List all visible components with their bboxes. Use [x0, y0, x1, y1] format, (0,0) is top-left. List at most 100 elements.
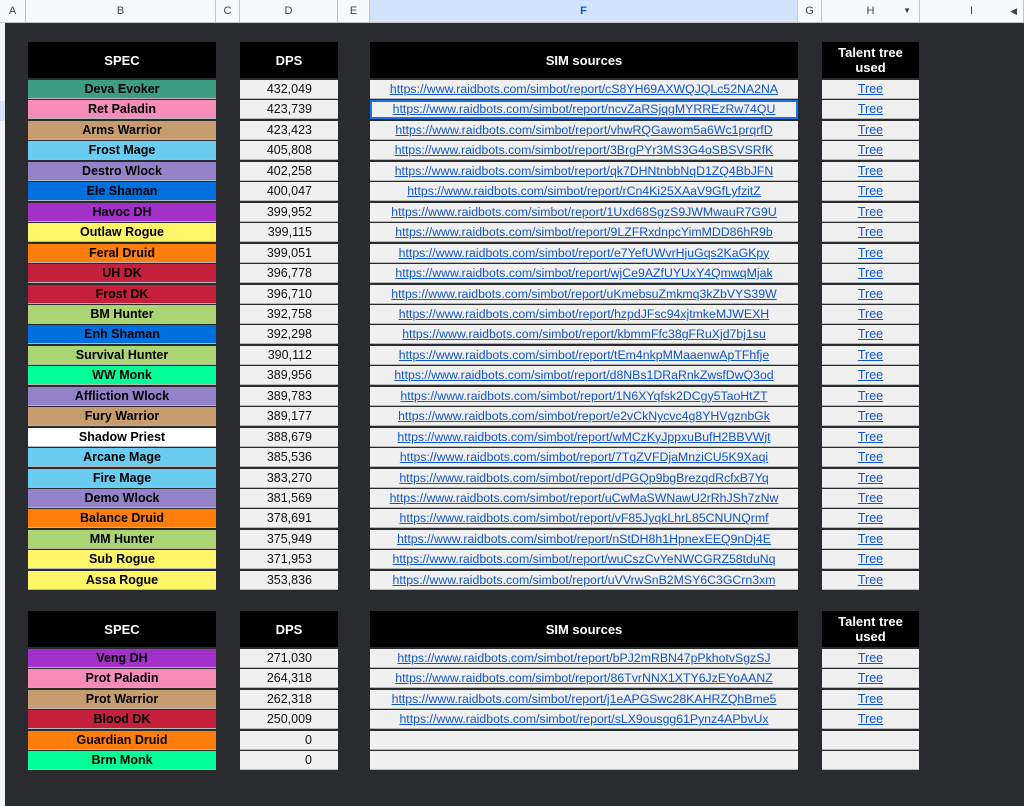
dps-cell[interactable]: 381,569 — [240, 489, 338, 508]
column-header-a[interactable]: A — [0, 0, 26, 22]
sim-source-link[interactable]: https://www.raidbots.com/simbot/report/9… — [370, 223, 798, 243]
sim-source-cell[interactable] — [370, 751, 798, 771]
talent-tree-link[interactable]: Tree — [822, 182, 919, 202]
talent-tree-link[interactable]: Tree — [822, 550, 919, 570]
sim-source-link[interactable]: https://www.raidbots.com/simbot/report/t… — [370, 345, 798, 365]
talent-tree-link[interactable]: Tree — [822, 345, 919, 365]
talent-tree-link[interactable]: Tree — [822, 264, 919, 284]
sim-source-cell[interactable] — [370, 730, 798, 750]
spec-cell[interactable]: Sub Rogue — [28, 550, 216, 570]
spec-cell[interactable]: Arms Warrior — [28, 120, 216, 140]
sim-source-link[interactable]: https://www.raidbots.com/simbot/report/v… — [370, 120, 798, 140]
talent-tree-link[interactable]: Tree — [822, 427, 919, 447]
spec-cell[interactable]: Arcane Mage — [28, 448, 216, 468]
spec-cell[interactable]: Guardian Druid — [28, 730, 216, 750]
talent-tree-link[interactable]: Tree — [822, 141, 919, 161]
sim-source-link[interactable]: https://www.raidbots.com/simbot/report/1… — [370, 386, 798, 406]
spec-cell[interactable]: Deva Evoker — [28, 80, 216, 99]
talent-tree-link[interactable]: Tree — [822, 489, 919, 508]
sim-source-link[interactable]: https://www.raidbots.com/simbot/report/b… — [370, 649, 798, 668]
column-header-h[interactable]: H ▼ — [822, 0, 920, 22]
dps-cell[interactable]: 375,949 — [240, 529, 338, 549]
sim-source-link[interactable]: https://www.raidbots.com/simbot/report/e… — [370, 243, 798, 263]
dps-cell[interactable]: 423,423 — [240, 120, 338, 140]
talent-tree-link[interactable]: Tree — [822, 202, 919, 222]
talent-tree-link[interactable]: Tree — [822, 468, 919, 488]
dps-cell[interactable]: 400,047 — [240, 182, 338, 202]
dps-cell[interactable]: 423,739 — [240, 100, 338, 120]
dps-cell[interactable]: 250,009 — [240, 710, 338, 730]
talent-tree-link[interactable]: Tree — [822, 100, 919, 120]
spec-cell[interactable]: Enh Shaman — [28, 325, 216, 345]
spec-cell[interactable]: Fire Mage — [28, 468, 216, 488]
spec-cell[interactable]: UH DK — [28, 264, 216, 284]
spec-cell[interactable]: Prot Paladin — [28, 669, 216, 689]
spec-cell[interactable]: Veng DH — [28, 649, 216, 668]
dps-cell[interactable]: 390,112 — [240, 345, 338, 365]
talent-tree-cell[interactable] — [822, 751, 919, 771]
sim-source-link[interactable]: https://www.raidbots.com/simbot/report/e… — [370, 407, 798, 427]
talent-tree-link[interactable]: Tree — [822, 304, 919, 324]
dps-cell[interactable]: 392,298 — [240, 325, 338, 345]
spec-cell[interactable]: MM Hunter — [28, 529, 216, 549]
spec-cell[interactable]: Survival Hunter — [28, 345, 216, 365]
sim-source-link[interactable]: https://www.raidbots.com/simbot/report/c… — [370, 80, 798, 99]
sim-source-link[interactable]: https://www.raidbots.com/simbot/report/w… — [370, 550, 798, 570]
dps-cell[interactable]: 0 — [240, 730, 338, 750]
spec-cell[interactable]: Frost Mage — [28, 141, 216, 161]
talent-tree-link[interactable]: Tree — [822, 509, 919, 529]
dps-cell[interactable]: 353,836 — [240, 570, 338, 590]
talent-tree-link[interactable]: Tree — [822, 669, 919, 689]
sim-source-link[interactable]: https://www.raidbots.com/simbot/report/d… — [370, 468, 798, 488]
dps-cell[interactable]: 399,952 — [240, 202, 338, 222]
talent-tree-link[interactable]: Tree — [822, 366, 919, 386]
dps-cell[interactable]: 399,051 — [240, 243, 338, 263]
spec-cell[interactable]: Assa Rogue — [28, 570, 216, 590]
talent-tree-link[interactable]: Tree — [822, 120, 919, 140]
dps-cell[interactable]: 385,536 — [240, 448, 338, 468]
dps-cell[interactable]: 389,956 — [240, 366, 338, 386]
talent-tree-link[interactable]: Tree — [822, 448, 919, 468]
sim-source-link[interactable]: https://www.raidbots.com/simbot/report/q… — [370, 161, 798, 181]
spec-cell[interactable]: Demo Wlock — [28, 489, 216, 508]
spec-cell[interactable]: Affliction Wlock — [28, 386, 216, 406]
dps-cell[interactable]: 432,049 — [240, 80, 338, 99]
dps-cell[interactable]: 388,679 — [240, 427, 338, 447]
talent-tree-link[interactable]: Tree — [822, 386, 919, 406]
dps-cell[interactable]: 389,177 — [240, 407, 338, 427]
sim-source-link[interactable]: https://www.raidbots.com/simbot/report/s… — [370, 710, 798, 730]
dps-cell[interactable]: 392,758 — [240, 304, 338, 324]
dps-cell[interactable]: 402,258 — [240, 161, 338, 181]
dps-cell[interactable]: 264,318 — [240, 669, 338, 689]
spec-cell[interactable]: Blood DK — [28, 710, 216, 730]
talent-tree-link[interactable]: Tree — [822, 325, 919, 345]
talent-tree-link[interactable]: Tree — [822, 284, 919, 304]
dps-cell[interactable]: 396,710 — [240, 284, 338, 304]
dps-cell[interactable]: 371,953 — [240, 550, 338, 570]
spec-cell[interactable]: Havoc DH — [28, 202, 216, 222]
talent-tree-cell[interactable] — [822, 730, 919, 750]
talent-tree-link[interactable]: Tree — [822, 649, 919, 668]
sim-source-link[interactable]: https://www.raidbots.com/simbot/report/d… — [370, 366, 798, 386]
column-header-c[interactable]: C — [216, 0, 240, 22]
sim-source-link[interactable]: https://www.raidbots.com/simbot/report/j… — [370, 689, 798, 709]
column-header-b[interactable]: B — [26, 0, 216, 22]
spec-cell[interactable]: WW Monk — [28, 366, 216, 386]
filter-dropdown-icon[interactable]: ▼ — [903, 0, 911, 22]
column-header-f[interactable]: F — [370, 0, 798, 22]
spec-cell[interactable]: Shadow Priest — [28, 427, 216, 447]
sim-source-link[interactable]: https://www.raidbots.com/simbot/report/w… — [370, 427, 798, 447]
sim-source-link[interactable]: https://www.raidbots.com/simbot/report/u… — [370, 570, 798, 590]
spec-cell[interactable]: Fury Warrior — [28, 407, 216, 427]
sim-source-link[interactable]: https://www.raidbots.com/simbot/report/3… — [370, 141, 798, 161]
spec-cell[interactable]: Outlaw Rogue — [28, 223, 216, 243]
dps-cell[interactable]: 383,270 — [240, 468, 338, 488]
sim-source-link[interactable]: https://www.raidbots.com/simbot/report/u… — [370, 489, 798, 508]
talent-tree-link[interactable]: Tree — [822, 161, 919, 181]
sim-source-link[interactable]: https://www.raidbots.com/simbot/report/u… — [370, 284, 798, 304]
talent-tree-link[interactable]: Tree — [822, 689, 919, 709]
column-header-g[interactable]: G — [798, 0, 822, 22]
sim-source-link[interactable]: https://www.raidbots.com/simbot/report/k… — [370, 325, 798, 345]
spec-cell[interactable]: Frost DK — [28, 284, 216, 304]
talent-tree-link[interactable]: Tree — [822, 223, 919, 243]
